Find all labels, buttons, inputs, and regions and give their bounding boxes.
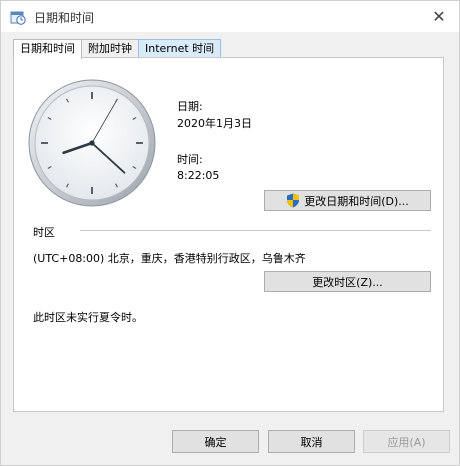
change-timezone-label: 更改时区(Z)... xyxy=(312,275,383,289)
change-timezone-button[interactable]: 更改时区(Z)... xyxy=(264,271,431,292)
tab-internet-time[interactable]: Internet 时间 xyxy=(138,39,222,58)
date-time-dialog: 日期和时间 ✕ 日期和时间 附加时钟 Internet 时间 日期: 2020年… xyxy=(0,0,460,466)
window-title: 日期和时间 xyxy=(34,11,95,25)
close-icon: ✕ xyxy=(432,7,446,26)
change-date-time-label: 更改日期和时间(D)... xyxy=(304,194,409,208)
cancel-button[interactable]: 取消 xyxy=(268,430,355,453)
date-value: 2020年1月3日 xyxy=(177,117,252,130)
close-button[interactable]: ✕ xyxy=(419,1,459,32)
uac-shield-icon xyxy=(287,193,300,208)
change-date-time-button[interactable]: 更改日期和时间(D)... xyxy=(264,190,431,211)
timezone-value: (UTC+08:00) 北京，重庆，香港特别行政区，乌鲁木齐 xyxy=(33,252,306,265)
ok-label: 确定 xyxy=(204,435,227,449)
clock-center xyxy=(89,140,95,146)
date-label: 日期: xyxy=(177,100,203,113)
analog-clock xyxy=(28,79,156,207)
clock-calendar-icon xyxy=(10,11,26,25)
time-label: 时间: xyxy=(177,153,203,166)
tab-panel: 日期: 2020年1月3日 时间: 8:22:05 更改日期和时间(D)... … xyxy=(13,57,444,412)
dst-note: 此时区未实行夏令时。 xyxy=(33,311,143,324)
ok-button[interactable]: 确定 xyxy=(172,430,259,453)
tab-bar: 日期和时间 附加时钟 Internet 时间 xyxy=(13,39,222,59)
cancel-label: 取消 xyxy=(300,435,323,449)
apply-label: 应用(A) xyxy=(387,435,426,449)
apply-button[interactable]: 应用(A) xyxy=(363,430,450,453)
time-value: 8:22:05 xyxy=(177,169,220,182)
timezone-separator xyxy=(80,230,431,231)
tab-additional-clocks[interactable]: 附加时钟 xyxy=(81,39,139,58)
timezone-heading: 时区 xyxy=(33,226,55,239)
tab-date-time[interactable]: 日期和时间 xyxy=(13,39,82,59)
title-bar: 日期和时间 ✕ xyxy=(1,1,459,32)
